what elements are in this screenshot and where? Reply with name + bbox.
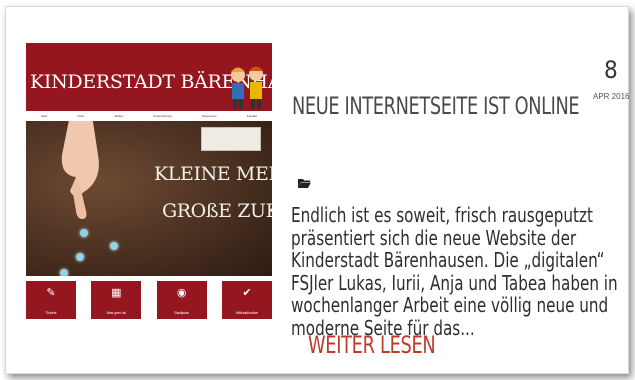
thumbnail-nav-item: Unterstützung [153, 114, 172, 118]
post-date-month-year: APR 2016 [593, 92, 630, 101]
thumbnail-button-row: ✎ Tickets ▦ Was geht ab ◉ Stadtplan ✔ Mi… [26, 281, 272, 319]
thumbnail-nav-item: Start [41, 114, 48, 118]
thumbnail-nav-item: Ablauf [114, 114, 123, 118]
check-icon: ✔ [242, 287, 252, 299]
map-icon: ◉ [176, 287, 187, 299]
button-label: Was geht ab [106, 311, 127, 315]
hero-line-1: KLEINE MENSCHEN [154, 163, 272, 185]
thumbnail-nav-item: Kontakt [246, 114, 257, 118]
post-excerpt: Endlich ist es soweit, frisch rausgeputz… [291, 203, 618, 340]
button-label: Mitfunktionäre [235, 311, 258, 315]
thumbnail-site-title: KINDERSTADT BÄRENHAUSEN [30, 71, 340, 93]
thumbnail-nav-item: Infos [77, 114, 85, 118]
kids-mascot-icon [231, 66, 263, 109]
seed [76, 253, 84, 261]
thumbnail-banner: KINDERSTADT BÄRENHAUSEN [26, 43, 340, 111]
calendar-icon: ▦ [111, 287, 122, 299]
post-thumbnail[interactable]: KINDERSTADT BÄRENHAUSEN Start Infos Abla… [26, 43, 340, 341]
thumbnail-nav-item: Sponsoren [201, 114, 217, 118]
seed [80, 229, 88, 237]
sponsor-logo [201, 127, 261, 151]
hero-line-2: GROßE ZUKUNFT [162, 200, 272, 222]
ticket-icon: ✎ [46, 287, 56, 299]
thumbnail-button-calendar[interactable]: ▦ Was geht ab [91, 281, 142, 319]
seed [60, 269, 68, 276]
thumbnail-button-map[interactable]: ◉ Stadtplan [156, 281, 207, 319]
seed [110, 242, 118, 250]
post-title[interactable]: NEUE INTERNETSEITE IST ONLINE [292, 92, 580, 120]
hand-icon [61, 121, 99, 219]
read-more-link[interactable]: WEITER LESEN [308, 331, 436, 359]
button-label: Tickets [45, 311, 57, 315]
folder-icon [298, 179, 311, 188]
thumbnail-hero: KLEINE MENSCHEN GROßE ZUKUNFT [26, 121, 272, 276]
thumbnail-button-tickets[interactable]: ✎ Tickets [26, 281, 76, 319]
thumbnail-nav: Start Infos Ablauf Unterstützung Sponsor… [26, 111, 272, 121]
button-label: Stadtplan [174, 311, 190, 315]
thumbnail-button-check[interactable]: ✔ Mitfunktionäre [221, 281, 272, 319]
post-date-day: 8 [604, 56, 618, 84]
